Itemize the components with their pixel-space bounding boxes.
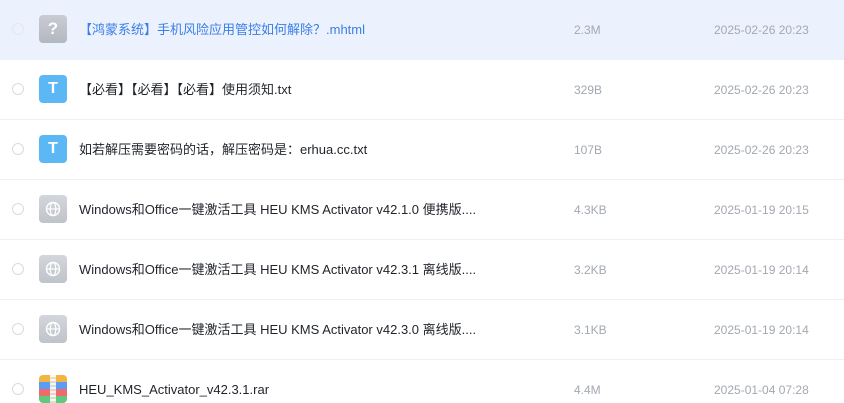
unknown-file-icon: ?	[39, 15, 67, 43]
file-row[interactable]: HEU_KMS_Activator_v42.3.1.rar 4.4M 2025-…	[0, 360, 844, 403]
globe-icon	[45, 201, 61, 217]
file-list: ? 【鸿蒙系统】手机风险应用管控如何解除？.mhtml 2.3M 2025-02…	[0, 0, 844, 403]
file-name[interactable]: HEU_KMS_Activator_v42.3.1.rar	[79, 382, 499, 398]
file-date: 2025-01-19 20:14	[714, 323, 809, 337]
archive-file-icon	[39, 375, 67, 403]
file-row[interactable]: T 【必看】【必看】【必看】使用须知.txt 329B 2025-02-26 2…	[0, 60, 844, 120]
file-date: 2025-01-19 20:14	[714, 263, 809, 277]
file-size: 4.3KB	[574, 203, 607, 217]
file-date: 2025-02-26 20:23	[714, 143, 809, 157]
select-checkbox[interactable]	[12, 83, 24, 95]
select-checkbox[interactable]	[12, 383, 24, 395]
globe-icon	[45, 261, 61, 277]
text-file-icon: T	[39, 135, 67, 163]
file-size: 4.4M	[574, 383, 601, 397]
zipper-icon	[50, 375, 56, 403]
file-size: 3.1KB	[574, 323, 607, 337]
select-checkbox[interactable]	[12, 323, 24, 335]
web-file-icon	[39, 255, 67, 283]
file-row[interactable]: T 如若解压需要密码的话，解压密码是：erhua.cc.txt 107B 202…	[0, 120, 844, 180]
file-name[interactable]: Windows和Office一键激活工具 HEU KMS Activator v…	[79, 322, 499, 338]
web-file-icon	[39, 315, 67, 343]
globe-icon	[45, 321, 61, 337]
file-date: 2025-01-19 20:15	[714, 203, 809, 217]
select-checkbox[interactable]	[12, 203, 24, 215]
file-name[interactable]: Windows和Office一键激活工具 HEU KMS Activator v…	[79, 202, 499, 218]
select-checkbox[interactable]	[12, 23, 24, 35]
select-checkbox[interactable]	[12, 263, 24, 275]
file-row[interactable]: Windows和Office一键激活工具 HEU KMS Activator v…	[0, 180, 844, 240]
web-file-icon	[39, 195, 67, 223]
file-size: 2.3M	[574, 23, 601, 37]
file-date: 2025-01-04 07:28	[714, 383, 809, 397]
text-file-icon: T	[39, 75, 67, 103]
file-name[interactable]: 【鸿蒙系统】手机风险应用管控如何解除？.mhtml	[79, 22, 499, 38]
file-row[interactable]: Windows和Office一键激活工具 HEU KMS Activator v…	[0, 300, 844, 360]
file-size: 3.2KB	[574, 263, 607, 277]
file-name[interactable]: 如若解压需要密码的话，解压密码是：erhua.cc.txt	[79, 142, 499, 158]
file-date: 2025-02-26 20:23	[714, 23, 809, 37]
file-row[interactable]: Windows和Office一键激活工具 HEU KMS Activator v…	[0, 240, 844, 300]
file-size: 329B	[574, 83, 603, 97]
file-name[interactable]: Windows和Office一键激活工具 HEU KMS Activator v…	[79, 262, 499, 278]
file-size: 107B	[574, 143, 603, 157]
file-date: 2025-02-26 20:23	[714, 83, 809, 97]
file-name[interactable]: 【必看】【必看】【必看】使用须知.txt	[79, 82, 499, 98]
select-checkbox[interactable]	[12, 143, 24, 155]
file-row[interactable]: ? 【鸿蒙系统】手机风险应用管控如何解除？.mhtml 2.3M 2025-02…	[0, 0, 844, 60]
